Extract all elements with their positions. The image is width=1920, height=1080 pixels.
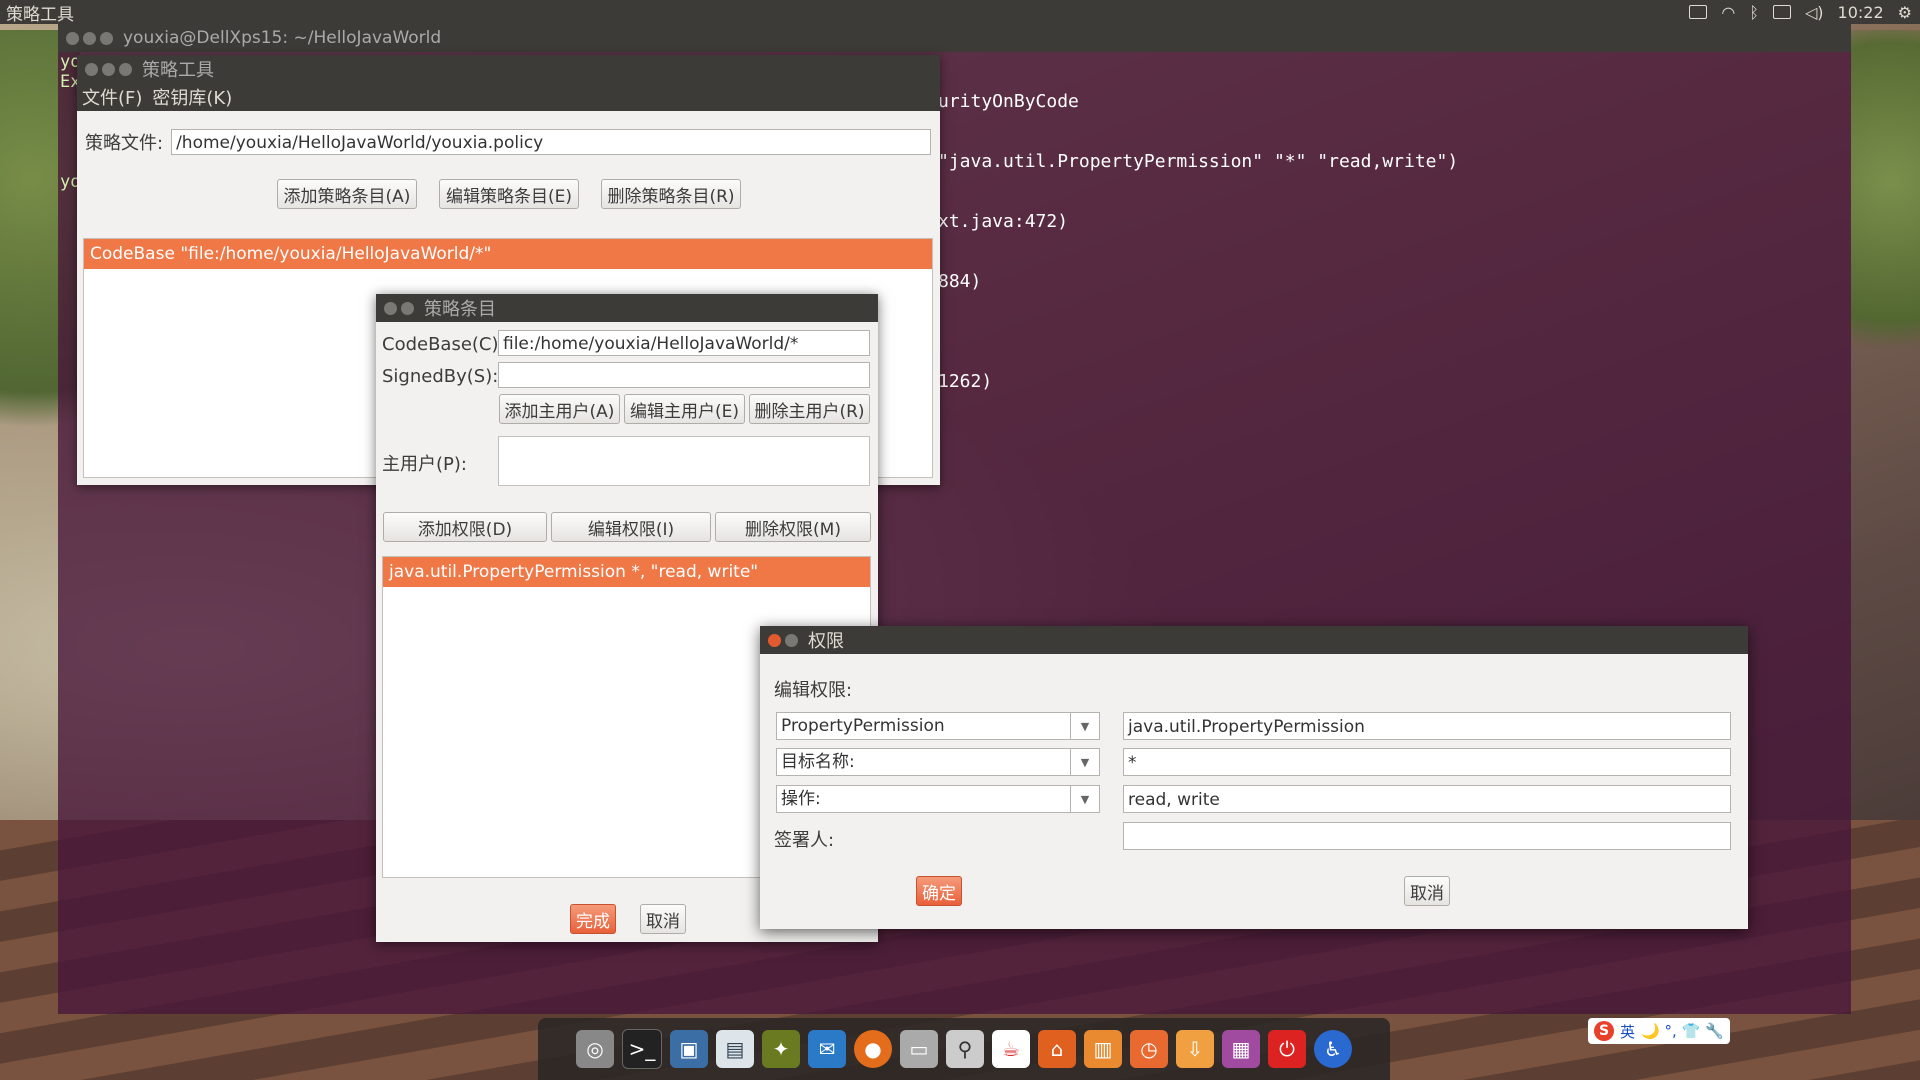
permission-title: 权限 [808,631,844,652]
clock[interactable]: 10:22 [1838,3,1884,22]
chevron-down-icon[interactable]: ▼ [1070,749,1099,775]
power-icon[interactable]: ⏻ [1268,1030,1306,1068]
remove-permission-button[interactable]: 删除权限(M) [715,512,871,542]
terminal-title: youxia@DellXps15: ~/HelloJavaWorld [123,28,442,48]
documents-folder-icon[interactable]: ▥ [1084,1030,1122,1068]
list-item[interactable]: CodeBase "file:/home/youxia/HelloJavaWor… [84,239,932,269]
accessibility-icon[interactable]: ♿ [1314,1030,1352,1068]
chevron-down-icon[interactable]: ▼ [1070,713,1099,739]
menubar: 文件(F) 密钥库(K) [77,83,940,111]
signedby-field[interactable] [498,362,870,388]
minimize-icon[interactable] [102,62,115,76]
close-icon[interactable] [66,31,79,45]
permission-type-value: PropertyPermission [781,716,945,736]
ime-toolbar[interactable]: S 英 🌙 °, 👕 🔧 [1588,1018,1730,1044]
gear-icon[interactable]: ⚙ [1898,3,1912,22]
minimize-icon[interactable] [401,301,414,315]
terminal-titlebar[interactable]: youxia@DellXps15: ~/HelloJavaWorld [58,24,1851,52]
wifi-icon[interactable]: ◠ [1721,3,1735,22]
ime-mode[interactable]: 英 [1620,1021,1635,1042]
ime-symbols[interactable]: 🌙 °, 👕 🔧 [1641,1022,1724,1040]
keyboard-icon[interactable] [1689,5,1708,19]
policy-entry-title: 策略条目 [424,299,496,320]
principals-label: 主用户(P): [382,454,467,475]
firefox-icon[interactable]: ● [854,1030,892,1068]
target-name-combo[interactable]: 目标名称: ▼ [776,748,1100,776]
remove-policy-entry-button[interactable]: 删除策略条目(R) [601,179,741,209]
dash-icon[interactable]: ◎ [576,1030,614,1068]
policy-entry-titlebar[interactable]: 策略条目 [376,294,878,322]
terminal-output: urityOnByCode "java.util.PropertyPermiss… [938,91,1459,392]
active-app-title: 策略工具 [6,4,74,25]
mail-client-icon[interactable]: ✉ [808,1030,846,1068]
cancel-button[interactable]: 取消 [1404,876,1450,906]
downloads-icon[interactable]: ⇩ [1176,1030,1214,1068]
done-button[interactable]: 完成 [570,904,616,934]
policy-file-field[interactable]: /home/youxia/HelloJavaWorld/youxia.polic… [171,129,932,155]
actions-field[interactable]: read, write [1123,785,1731,813]
close-icon[interactable] [85,62,98,76]
desktop-tree-decoration-right [1850,30,1920,410]
add-policy-entry-button[interactable]: 添加策略条目(A) [277,179,417,209]
permission-dialog[interactable]: 权限 编辑权限: PropertyPermission ▼ java.util.… [760,626,1748,929]
codebase-label: CodeBase(C): [382,334,505,355]
list-item[interactable]: java.util.PropertyPermission *, "read, w… [383,557,870,587]
home-folder-icon[interactable]: ⌂ [1038,1030,1076,1068]
policy-tool-titlebar[interactable]: 策略工具 [77,55,940,83]
policy-file-label: 策略文件: [85,133,164,154]
codebase-field[interactable]: file:/home/youxia/HelloJavaWorld/* [498,330,870,356]
actions-label: 操作: [781,789,821,809]
signedby-label: SignedBy(S): [382,366,499,387]
chevron-down-icon[interactable]: ▼ [1070,786,1099,812]
sogou-logo-icon[interactable]: S [1594,1021,1614,1041]
principals-list[interactable] [498,436,870,486]
signer-label: 签署人: [774,830,835,851]
bluetooth-icon[interactable]: ᛒ [1749,3,1759,22]
minimize-icon[interactable] [785,633,798,647]
signer-field[interactable] [1123,822,1731,850]
menu-keystore[interactable]: 密钥库(K) [152,84,232,110]
policy-tool-title: 策略工具 [142,60,214,81]
menu-file[interactable]: 文件(F) [82,84,142,110]
image-viewer-icon[interactable]: ▣ [670,1030,708,1068]
files-icon[interactable]: ▭ [900,1030,938,1068]
close-icon[interactable] [384,301,397,315]
edit-permission-heading: 编辑权限: [774,680,853,701]
volume-icon[interactable]: ◁) [1805,3,1824,22]
target-name-label: 目标名称: [781,752,855,772]
close-icon[interactable] [768,633,781,647]
maximize-icon[interactable] [100,31,113,45]
battery-icon[interactable] [1773,5,1791,19]
edit-principal-button[interactable]: 编辑主用户(E) [624,394,745,424]
system-tray: ◠ ᛒ ◁) 10:22 ⚙ [1689,0,1912,24]
java-icon[interactable]: ☕ [992,1030,1030,1068]
edit-policy-entry-button[interactable]: 编辑策略条目(E) [439,179,579,209]
permission-class-field[interactable]: java.util.PropertyPermission [1123,712,1731,740]
permission-type-combo[interactable]: PropertyPermission ▼ [776,712,1100,740]
actions-combo[interactable]: 操作: ▼ [776,785,1100,813]
permission-titlebar[interactable]: 权限 [760,626,1748,654]
edit-permission-button[interactable]: 编辑权限(I) [551,512,711,542]
document-viewer-icon[interactable]: ▤ [716,1030,754,1068]
add-principal-button[interactable]: 添加主用户(A) [499,394,620,424]
target-name-field[interactable]: * [1123,748,1731,776]
photo-editor-icon[interactable]: ✦ [762,1030,800,1068]
top-panel: 策略工具 ◠ ᛒ ◁) 10:22 ⚙ [0,0,1920,25]
terminal-icon[interactable]: >_ [622,1029,662,1069]
minimize-icon[interactable] [83,31,96,45]
dock: ◎ >_ ▣ ▤ ✦ ✉ ● ▭ ⚲ ☕ ⌂ ▥ ◷ ⇩ ▦ ⏻ ♿ [538,1018,1390,1080]
ok-button[interactable]: 确定 [916,876,962,906]
maximize-icon[interactable] [119,62,132,76]
remove-principal-button[interactable]: 删除主用户(R) [749,394,870,424]
recent-files-icon[interactable]: ◷ [1130,1030,1168,1068]
add-permission-button[interactable]: 添加权限(D) [383,512,547,542]
scanner-icon[interactable]: ⚲ [946,1030,984,1068]
cancel-button[interactable]: 取消 [640,904,686,934]
workspace-switcher-icon[interactable]: ▦ [1222,1030,1260,1068]
